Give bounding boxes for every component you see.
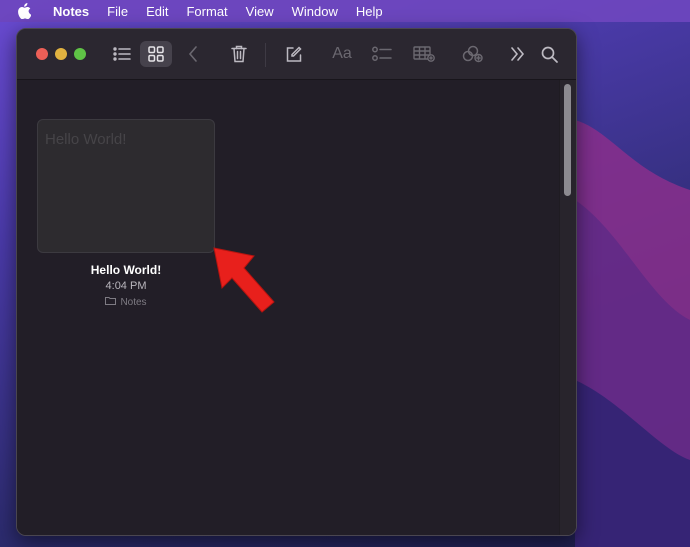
menu-notes[interactable]: Notes — [53, 4, 89, 19]
note-time: 4:04 PM — [105, 280, 147, 292]
apple-logo-icon[interactable] — [17, 3, 37, 19]
note-title[interactable]: Hello World! — [37, 263, 215, 277]
gallery-view-icon[interactable] — [140, 41, 172, 67]
list-view-icon[interactable] — [109, 41, 135, 67]
close-window-button[interactable] — [36, 48, 48, 60]
minimize-window-button[interactable] — [55, 48, 67, 60]
menu-view[interactable]: View — [246, 4, 274, 19]
toolbar: Aa — [17, 29, 576, 80]
menu-file[interactable]: File — [107, 4, 128, 19]
folder-icon — [105, 296, 117, 308]
format-text-icon[interactable]: Aa — [329, 41, 355, 67]
back-chevron-icon[interactable] — [183, 41, 203, 67]
share-link-icon[interactable] — [460, 41, 486, 67]
menu-bar: Notes File Edit Format View Window Help — [0, 0, 690, 22]
red-arrow-annotation — [208, 242, 280, 323]
search-icon[interactable] — [538, 41, 560, 67]
vertical-scrollbar[interactable] — [559, 80, 576, 535]
menu-window[interactable]: Window — [292, 4, 338, 19]
menu-format[interactable]: Format — [186, 4, 227, 19]
menu-help[interactable]: Help — [356, 4, 383, 19]
compose-icon[interactable] — [281, 41, 305, 67]
checklist-icon[interactable] — [370, 41, 394, 67]
zoom-window-button[interactable] — [74, 48, 86, 60]
notes-gallery: Hello World! Hello World! 4:04 PM Notes — [17, 80, 576, 535]
note-folder-label: Notes — [120, 296, 147, 308]
note-thumbnail[interactable]: Hello World! — [37, 119, 215, 253]
more-chevrons-icon[interactable] — [507, 41, 529, 67]
toolbar-divider — [265, 43, 266, 67]
note-folder: Notes — [37, 296, 215, 308]
menu-edit[interactable]: Edit — [146, 4, 168, 19]
trash-icon[interactable] — [227, 41, 251, 67]
note-preview-text: Hello World! — [45, 131, 127, 148]
scrollbar-thumb[interactable] — [564, 84, 571, 196]
table-icon[interactable] — [411, 41, 437, 67]
notes-window: Aa Hello World! Hello World! 4:04 PM Not… — [16, 28, 577, 536]
